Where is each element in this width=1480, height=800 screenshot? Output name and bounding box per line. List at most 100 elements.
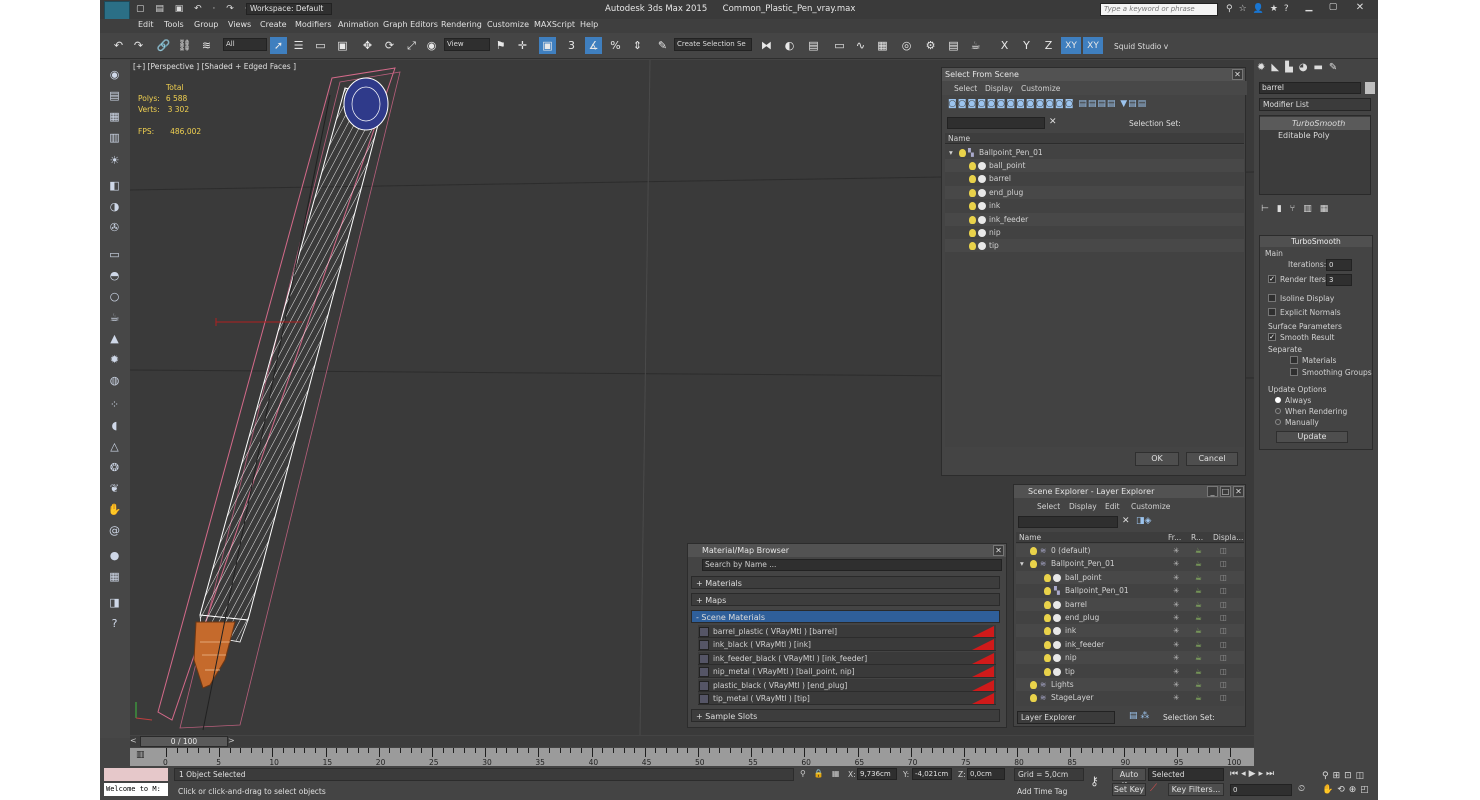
when-rendering-radio[interactable] [1275, 408, 1281, 414]
list-item[interactable]: ink_feeder [945, 212, 1244, 226]
select-object-icon[interactable]: ➚ [270, 37, 287, 54]
freeze-icon[interactable]: ✳ [1173, 544, 1179, 557]
light-bulb-icon[interactable] [1044, 654, 1051, 663]
axis-xy-cycle-button[interactable]: XY [1083, 37, 1103, 54]
snap-toggle-icon[interactable]: 3 [563, 37, 580, 54]
axis-x-button[interactable]: X [996, 37, 1013, 54]
set-key-icon[interactable]: ⟋ [1150, 783, 1157, 794]
mmb-section-sample-slots[interactable]: + Sample Slots [691, 709, 1000, 722]
percent-snap-icon[interactable]: % [607, 37, 624, 54]
list-item[interactable]: ball_point [945, 159, 1244, 172]
dome-icon[interactable]: ◓ [106, 267, 123, 284]
explicit-normals-checkbox[interactable] [1268, 308, 1276, 316]
geosphere-icon[interactable]: ❂ [106, 459, 123, 476]
freeze-icon[interactable]: ✳ [1173, 691, 1179, 704]
selection-filter-dropdown[interactable]: All [223, 38, 267, 51]
list-item[interactable]: end_plug ✳ ☕ ◫ [1016, 611, 1244, 624]
smooth-result-checkbox[interactable]: ✓ [1268, 333, 1276, 341]
light-bulb-icon[interactable] [969, 188, 976, 197]
se-footer-icons[interactable]: ▤ ⁂ [1129, 711, 1149, 721]
named-selection-dropdown[interactable]: Create Selection Se [674, 38, 752, 51]
ball-icon[interactable]: ● [106, 547, 123, 564]
sfs-search-input[interactable] [947, 117, 1045, 129]
list-item[interactable]: ≋ Lights ✳ ☕ ◫ [1016, 678, 1244, 691]
freeze-icon[interactable]: ✳ [1173, 651, 1179, 664]
spinner-snap-icon[interactable]: ⇕ [629, 37, 646, 54]
display-box-icon[interactable]: ◫ [1220, 544, 1227, 557]
menu-group[interactable]: Group [194, 20, 218, 29]
mirror-icon[interactable]: ⧓ [758, 37, 775, 54]
menu-rendering[interactable]: Rendering [441, 20, 482, 29]
spiral-icon[interactable]: @ [106, 522, 123, 539]
time-config-icon[interactable]: ⏲ [1298, 784, 1305, 794]
light-bulb-icon[interactable] [959, 149, 966, 157]
selected-dropdown[interactable]: Selected [1148, 768, 1224, 781]
squid-studio-label[interactable]: Squid Studio v [1114, 42, 1168, 51]
light-bulb-icon[interactable] [969, 215, 976, 224]
close-button[interactable]: ✕ [1348, 2, 1372, 16]
edit-named-sets-icon[interactable]: ✎ [654, 37, 671, 54]
se-filter-icons[interactable]: ◨◈ [1136, 516, 1151, 526]
axis-z-button[interactable]: Z [1040, 37, 1057, 54]
menu-maxscript[interactable]: MAXScript [534, 20, 575, 29]
maximize-icon[interactable]: □ [1220, 486, 1231, 497]
camera-icon[interactable]: ◧ [106, 177, 123, 194]
display-box-icon[interactable]: ◫ [1220, 571, 1227, 584]
render-icon[interactable]: ☕ [967, 37, 984, 54]
help-search-input[interactable]: Type a keyword or phrase [1100, 3, 1218, 16]
list-item[interactable]: ball_point ✳ ☕ ◫ [1016, 570, 1244, 584]
sfs-menu-customize[interactable]: Customize [1021, 84, 1060, 93]
select-by-name-icon[interactable]: ☰ [290, 37, 307, 54]
key-filters-button[interactable]: Key Filters... [1168, 783, 1224, 796]
rendered-frame-icon[interactable]: ▤ [945, 37, 962, 54]
list-item[interactable]: ink ✳ ☕ ◫ [1016, 624, 1244, 638]
list-item[interactable]: ▾ ≋ Ballpoint_Pen_01 ✳ ☕ ◫ [1016, 557, 1244, 571]
helper-icon[interactable]: ◑ [106, 198, 123, 215]
render-teapot-icon[interactable]: ☕ [1195, 665, 1202, 678]
render-iters-checkbox[interactable]: ✓ [1268, 275, 1276, 283]
list-item[interactable]: nip_metal ( VRayMtl ) [ball_point, nip] [698, 665, 996, 679]
menu-customize[interactable]: Customize [487, 20, 529, 29]
close-icon[interactable]: ✕ [1232, 69, 1243, 80]
freeze-icon[interactable]: ✳ [1173, 598, 1179, 611]
list-item[interactable]: tip [945, 239, 1244, 253]
reference-coord-dropdown[interactable]: View [444, 38, 490, 51]
track-bar-filter-icon[interactable]: ▥ [136, 750, 145, 760]
bind-spacewarp-icon[interactable]: ≋ [198, 37, 215, 54]
current-frame-input[interactable]: 0 [1230, 784, 1292, 796]
object-properties-icon[interactable]: ◨ [106, 594, 123, 611]
menu-animation[interactable]: Animation [338, 20, 379, 29]
viewport-nav-controls[interactable]: ⚲⊞⊡◫ ✋⟲⊕◰ [1322, 769, 1376, 797]
unlink-icon[interactable]: ⛓ [176, 37, 193, 54]
object-name-input[interactable]: barrel [1259, 82, 1361, 94]
sun-icon[interactable]: ✹ [106, 351, 123, 368]
light-bulb-icon[interactable] [1030, 694, 1037, 703]
render-teapot-icon[interactable]: ☕ [1195, 651, 1202, 664]
freeze-icon[interactable]: ✳ [1173, 638, 1179, 651]
list-item[interactable]: barrel_plastic ( VRayMtl ) [barrel] [698, 625, 996, 638]
light-bulb-icon[interactable] [1030, 560, 1037, 569]
mmb-section-materials[interactable]: + Materials [691, 576, 1000, 589]
auto-key-button[interactable]: Auto Key [1112, 768, 1146, 790]
list-item[interactable]: tip_metal ( VRayMtl ) [tip] [698, 692, 996, 705]
pivot-icon[interactable]: ⚑ [492, 37, 509, 54]
title-tool-icons[interactable]: ⚲☆👤★? [1226, 4, 1295, 14]
list-item[interactable]: ink_feeder_black ( VRayMtl ) [ink_feeder… [698, 651, 996, 665]
hand-icon[interactable]: ✋ [106, 501, 123, 518]
menu-edit[interactable]: Edit [138, 20, 154, 29]
list-item[interactable]: ≋ StageLayer ✳ ☕ ◫ [1016, 691, 1244, 705]
list-item[interactable]: ink_black ( VRayMtl ) [ink] [698, 638, 996, 652]
close-icon[interactable]: ✕ [1233, 486, 1244, 497]
pyramid-icon[interactable]: △ [106, 438, 123, 455]
render-teapot-icon[interactable]: ☕ [1195, 624, 1202, 637]
y-coordinate-input[interactable]: -4,021cm [912, 768, 952, 780]
light-bulb-icon[interactable] [1030, 547, 1037, 555]
light-bulb-icon[interactable] [969, 202, 976, 211]
disc-icon[interactable]: ◍ [106, 372, 123, 389]
track-bar[interactable]: ▥ 0 5 10 15 20 25 30 35 40 45 50 55 60 65 70 75 80 85 90 95… [130, 748, 1254, 767]
menu-graph-editors[interactable]: Graph Editors [383, 20, 438, 29]
se-menu-select[interactable]: Select [1037, 502, 1060, 511]
list-item[interactable]: tip ✳ ☕ ◫ [1016, 664, 1244, 678]
menu-modifiers[interactable]: Modifiers [295, 20, 332, 29]
table-icon[interactable]: ▥ [106, 129, 123, 146]
